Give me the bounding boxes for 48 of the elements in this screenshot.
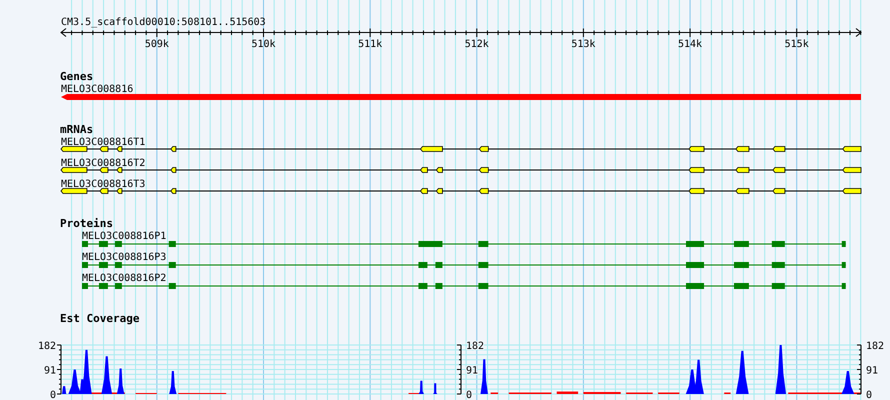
- coverage-peak: [101, 356, 112, 394]
- gene-label: MELO3C008816: [61, 84, 134, 95]
- transcript-label: MELO3C008816T3: [61, 179, 146, 190]
- axis-label: 91: [466, 366, 478, 376]
- protein-model[interactable]: [82, 262, 846, 268]
- ruler-label: 514k: [678, 39, 702, 50]
- transcript-model[interactable]: [60, 146, 862, 152]
- coverage-peak: [841, 370, 854, 394]
- axis-label: 182: [466, 341, 484, 352]
- axis-label: 0: [866, 390, 872, 400]
- y-axis: [856, 344, 862, 394]
- coverage-peak: [480, 359, 488, 394]
- protein-model[interactable]: [82, 241, 846, 247]
- ruler-label: 509k: [144, 39, 169, 50]
- y-axis: [456, 344, 462, 394]
- transcript-label: MELO3C008816T1: [61, 137, 146, 148]
- ruler-label: 513k: [571, 39, 596, 50]
- coverage-peak: [418, 380, 424, 394]
- ruler-label: 510k: [251, 39, 276, 50]
- track-heading: mRNAs: [60, 123, 94, 136]
- coverage-peak: [116, 368, 124, 394]
- coverage-peak: [693, 360, 704, 394]
- ruler-title: CM3.5_scaffold00010:508101..515603: [61, 17, 266, 28]
- ruler-label: 515k: [784, 39, 809, 50]
- ruler-label: 511k: [358, 39, 382, 50]
- protein-label: MELO3C008816P3: [82, 252, 166, 263]
- transcript-model[interactable]: [60, 167, 862, 173]
- transcript-model[interactable]: [60, 188, 862, 194]
- protein-model[interactable]: [82, 283, 846, 289]
- axis-label: 91: [44, 366, 56, 376]
- coverage-peak: [169, 370, 177, 394]
- protein-label: MELO3C008816P2: [82, 273, 166, 284]
- axis-label: 0: [50, 390, 56, 400]
- ruler-label: 512k: [464, 39, 489, 50]
- coverage-segment: [556, 392, 578, 394]
- axis-label: 0: [466, 390, 472, 400]
- axis-label: 182: [866, 341, 884, 352]
- transcript-label: MELO3C008816T2: [61, 158, 146, 169]
- track-heading: Est Coverage: [60, 312, 140, 325]
- axis-label: 182: [38, 341, 56, 352]
- track-heading: Proteins: [60, 217, 113, 230]
- y-axis: [56, 344, 62, 394]
- coverage-peak: [433, 383, 438, 394]
- axis-label: 91: [866, 366, 878, 376]
- coverage-peak: [775, 345, 786, 394]
- track-heading: Genes: [60, 70, 94, 83]
- coverage-peak: [736, 350, 749, 394]
- protein-label: MELO3C008816P1: [82, 231, 166, 242]
